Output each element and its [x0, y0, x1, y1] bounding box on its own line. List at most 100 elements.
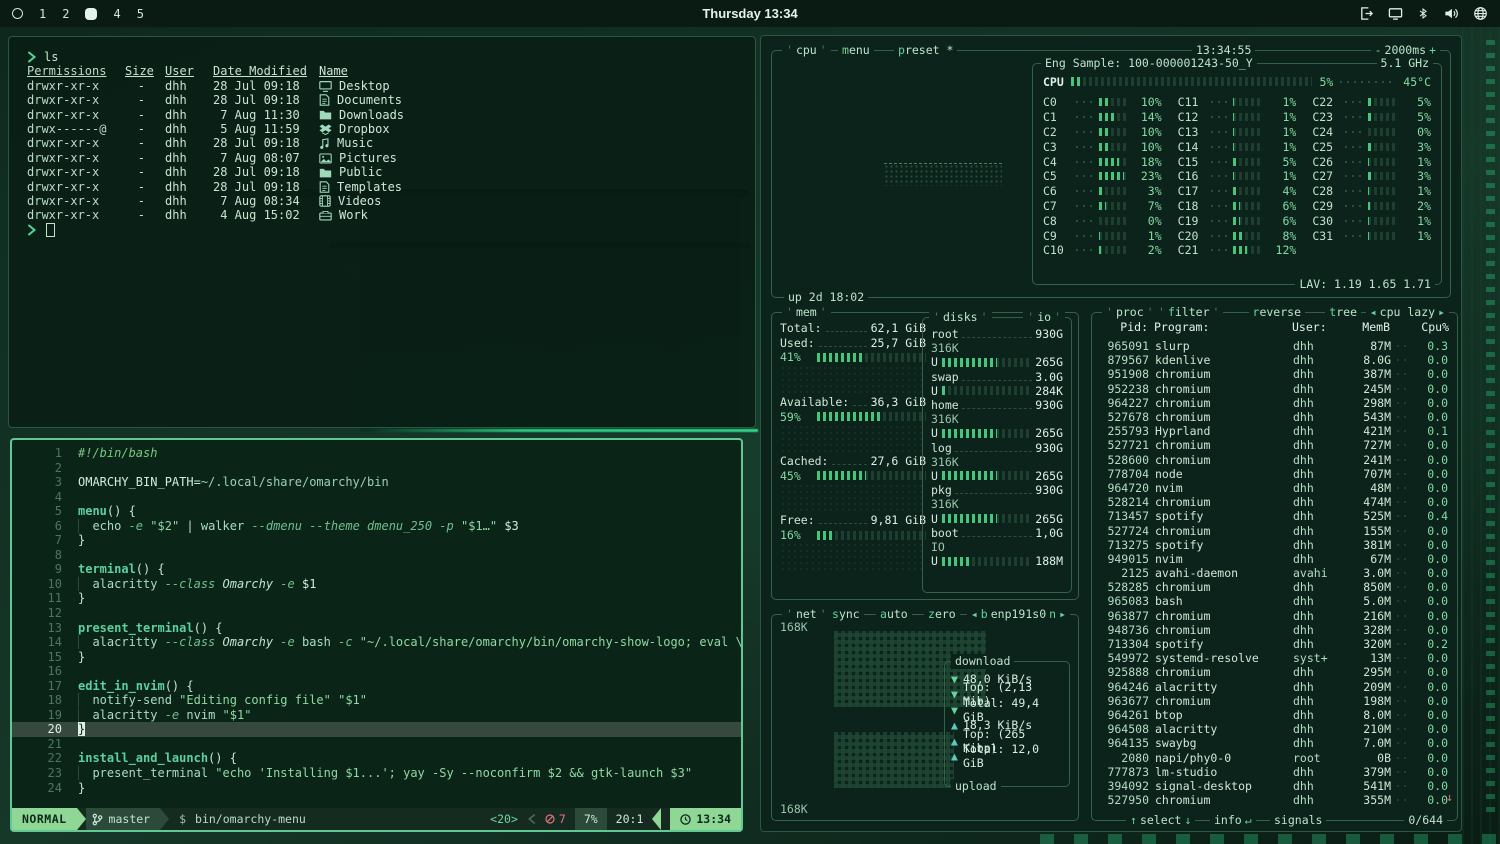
mem-stat: Free:9,81 GiB	[780, 513, 926, 528]
code-line[interactable]: 24}	[12, 781, 741, 796]
process-row[interactable]: 952238chromiumdhh245M0.0	[1101, 382, 1448, 396]
code-line[interactable]: 2	[12, 461, 741, 476]
workspace-1[interactable]: 1	[39, 7, 46, 21]
process-row[interactable]: 777873lm-studiodhh379M0.0	[1101, 765, 1448, 779]
code-line[interactable]: 17edit_in_nvim() {	[12, 679, 741, 694]
process-row[interactable]: 527678chromiumdhh543M0.0	[1101, 410, 1448, 424]
logout-icon[interactable]	[1359, 6, 1374, 21]
code-line[interactable]: 13present_terminal() {	[12, 621, 741, 636]
workspace-2[interactable]: 2	[62, 7, 69, 21]
code-line[interactable]: 10▏ alacritty --class Omarchy -e $1	[12, 577, 741, 592]
process-row[interactable]: 964261btopdhh8.0M0.0	[1101, 708, 1448, 722]
net-auto-button[interactable]: auto	[876, 607, 912, 622]
file-name: Pictures	[339, 151, 397, 165]
line-number: 7	[12, 533, 78, 548]
workspace-indicator-icon[interactable]	[12, 8, 23, 19]
git-branch[interactable]: master	[86, 808, 161, 830]
process-rows: 965091slurpdhh87M0.3879567kdenlivedhh8.0…	[1093, 339, 1456, 806]
process-row[interactable]: 255793Hyprlanddhh421M0.1	[1101, 424, 1448, 438]
code-line[interactable]: 9terminal() {	[12, 562, 741, 577]
net-sync-button[interactable]: sync	[828, 607, 864, 622]
code-line[interactable]: 16	[12, 664, 741, 679]
display-icon[interactable]	[1388, 6, 1403, 21]
file-row: drwxr-xr-x-dhh28 Jul 09:18Public	[27, 165, 755, 179]
code-line[interactable]: 11}	[12, 591, 741, 606]
volume-icon[interactable]	[1443, 6, 1459, 21]
process-row[interactable]: 964720nvimdhh48M0.0	[1101, 481, 1448, 495]
code-line[interactable]: 7}	[12, 533, 741, 548]
proc-tree-button[interactable]: tree	[1325, 305, 1361, 320]
proc-filter-button[interactable]: 'filter'	[1154, 305, 1223, 320]
code-line[interactable]: 19▏ alacritty -e nvim "$1"	[12, 708, 741, 723]
proc-panel-title: 'proc'	[1102, 305, 1158, 320]
memory-panel: 'mem' Total:62,1 GiBUsed:25,7 GiB41%Avai…	[771, 312, 1079, 600]
globe-icon[interactable]	[1473, 6, 1488, 21]
cpu-core-row: C63%	[1043, 184, 1162, 199]
process-row[interactable]: 965091slurpdhh87M0.3	[1101, 339, 1448, 353]
process-row[interactable]: 2125avahi-daemonavahi3.0M0.0	[1101, 566, 1448, 580]
process-row[interactable]: 778704nodedhh707M0.0	[1101, 467, 1448, 481]
code-line[interactable]: 5menu() {	[12, 504, 741, 519]
process-row[interactable]: 549972systemd-resolvesyst+13M0.0	[1101, 651, 1448, 665]
process-row[interactable]: 948736chromiumdhh328M0.0	[1101, 623, 1448, 637]
code-line[interactable]: 21	[12, 737, 741, 752]
disk-rows: root930G316KU265Gswap3.0GU284Khome930G31…	[931, 327, 1063, 568]
process-row[interactable]: 528600chromiumdhh241M0.0	[1101, 453, 1448, 467]
net-zero-button[interactable]: zero	[924, 607, 960, 622]
process-row[interactable]: 963877chromiumdhh216M0.0	[1101, 609, 1448, 623]
process-row[interactable]: 949015nvimdhh67M0.0	[1101, 552, 1448, 566]
code-line[interactable]: 1#!/bin/bash	[12, 446, 741, 461]
code-line[interactable]: 23▏ present_terminal "echo 'Installing $…	[12, 766, 741, 781]
process-row[interactable]: 713275spotifydhh381M0.0	[1101, 538, 1448, 552]
btop-preset-button[interactable]: preset *	[894, 43, 957, 58]
code-line[interactable]: 22install_and_launch() {	[12, 751, 741, 766]
work-icon	[319, 210, 332, 221]
process-row[interactable]: 925888chromiumdhh295M0.0	[1101, 665, 1448, 679]
code-line[interactable]: 18▏ notify-send "Editing config file" "$…	[12, 693, 741, 708]
workspace-4[interactable]: 4	[113, 7, 120, 21]
process-row[interactable]: 964246alacrittydhh209M0.0	[1101, 680, 1448, 694]
btop-menu-button[interactable]: menu	[838, 43, 874, 58]
code-line[interactable]: 6▏ echo -e "$2" | walker --dmenu --theme…	[12, 519, 741, 534]
process-row[interactable]: 527721chromiumdhh727M0.0	[1101, 438, 1448, 452]
process-row[interactable]: 964135swaybgdhh7.0M0.0	[1101, 736, 1448, 750]
disk-row: log930G	[931, 441, 1063, 455]
bluetooth-icon[interactable]	[1417, 6, 1429, 21]
process-row[interactable]: 528214chromiumdhh474M0.0	[1101, 495, 1448, 509]
code-line[interactable]: 14▏ alacritty --class Omarchy -e bash -c…	[12, 635, 741, 650]
process-row[interactable]: 527950chromiumdhh355M0.0	[1101, 793, 1448, 806]
process-row[interactable]: 713304spotifydhh320M0.2	[1101, 637, 1448, 651]
process-row[interactable]: 879567kdenlivedhh8.0G0.0	[1101, 353, 1448, 367]
process-row[interactable]: 965083bashdhh5.0M0.0	[1101, 594, 1448, 608]
process-row[interactable]: 964508alacrittydhh210M0.0	[1101, 722, 1448, 736]
code-area[interactable]: 1#!/bin/bash23OMARCHY_BIN_PATH=~/.local/…	[12, 446, 741, 808]
process-row[interactable]: 394092signal-desktopdhh541M0.0	[1101, 779, 1448, 793]
process-row[interactable]: 2080napi/phy0-0root0B0.0	[1101, 750, 1448, 764]
process-row[interactable]: 713457spotifydhh525M0.4	[1101, 509, 1448, 523]
code-line[interactable]: 15}	[12, 650, 741, 665]
workspace-5[interactable]: 5	[137, 7, 144, 21]
btop-window[interactable]: 'cpu' menu preset * 13:34:55 -2000ms+ up…	[760, 35, 1462, 832]
workspace-active-indicator[interactable]	[85, 8, 97, 20]
cpu-core-row: C174%	[1178, 184, 1297, 199]
file-name: Public	[339, 165, 382, 179]
system-tray	[1359, 6, 1488, 21]
neovim-window[interactable]: 1#!/bin/bash23OMARCHY_BIN_PATH=~/.local/…	[10, 438, 743, 832]
terminal-files-window[interactable]: ls PermissionsSizeUserDate ModifiedName …	[8, 36, 756, 428]
process-row[interactable]: 951908chromiumdhh387M0.0	[1101, 367, 1448, 381]
io-toggle[interactable]: 'io'	[1023, 310, 1065, 325]
code-line[interactable]: 20}	[12, 722, 741, 737]
proc-sort-selector[interactable]: ◂cpu lazy▸	[1366, 305, 1449, 320]
process-row[interactable]: 964227chromiumdhh298M0.0	[1101, 396, 1448, 410]
process-row[interactable]: 528285chromiumdhh850M0.0	[1101, 580, 1448, 594]
code-line[interactable]: 8	[12, 548, 741, 563]
process-row[interactable]: 527724chromiumdhh155M0.0	[1101, 523, 1448, 537]
code-line[interactable]: 4	[12, 490, 741, 505]
scroll-down-indicator[interactable]: ↓	[1446, 790, 1453, 804]
net-interface-selector[interactable]: ◂b enp191s0 n▸	[967, 607, 1070, 622]
process-row[interactable]: 963677chromiumdhh198M0.0	[1101, 694, 1448, 708]
code-line[interactable]: 3OMARCHY_BIN_PATH=~/.local/share/omarchy…	[12, 475, 741, 490]
proc-reverse-button[interactable]: reverse	[1249, 305, 1305, 320]
public-icon	[319, 167, 332, 178]
code-line[interactable]: 12	[12, 606, 741, 621]
